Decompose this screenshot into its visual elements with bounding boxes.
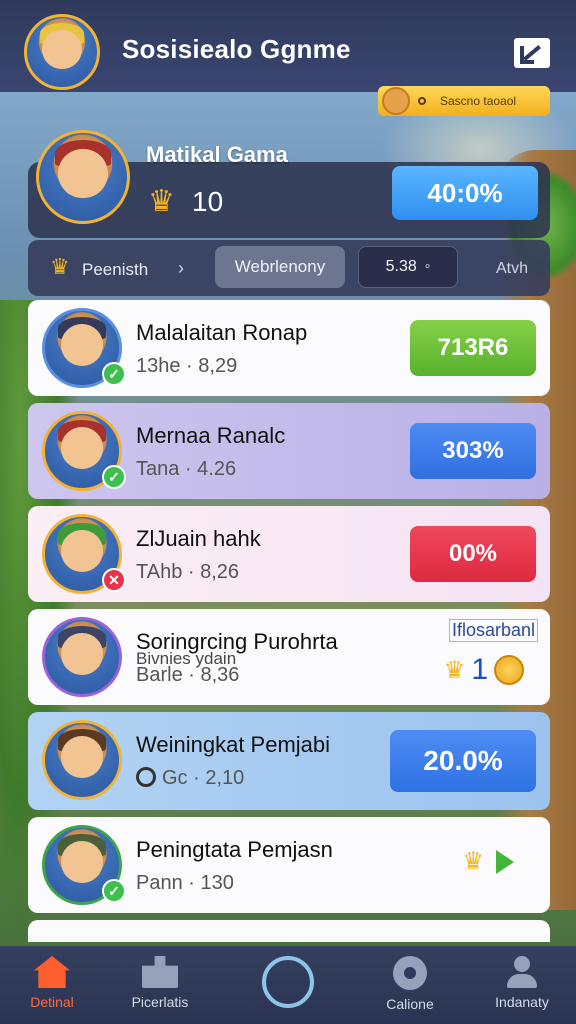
check-icon: ✓ [102, 362, 126, 386]
chevron-right-icon: › [178, 258, 184, 278]
badge-icon [136, 767, 156, 787]
check-icon: ✓ [102, 879, 126, 903]
app-title: Sosisiealo Ggnme [122, 34, 351, 64]
leaderboard-list: ✓ Malalaitan Ronap 13he · 8,29 713R6 ✓ M… [28, 300, 550, 942]
nav-settings[interactable]: Calione [360, 956, 460, 1012]
row-name: Weiningkat Pemjabi [136, 732, 331, 757]
crown-icon: ♛ [443, 656, 466, 684]
row-name: Peningtata Pemjasn [136, 837, 333, 862]
player-percent-button[interactable]: 40:0% [392, 166, 538, 220]
row-sub: 13he · 8,29 [136, 355, 238, 377]
filter-crown-icon: ♛ [50, 254, 70, 279]
nav-settings-label: Calione [386, 996, 434, 1012]
nav-home[interactable]: Detinal [2, 956, 102, 1010]
crown-icon: ♛ [462, 848, 484, 875]
filter-tab-3-value: 5.38 [385, 258, 417, 275]
row-sub-text: Gc · 2,10 [162, 767, 245, 789]
row-avatar [42, 617, 122, 697]
user-avatar[interactable] [24, 14, 100, 90]
season-avatar-icon [382, 87, 410, 115]
play-icon[interactable] [496, 849, 514, 874]
coins-count: 1 [471, 653, 488, 686]
nav-puzzle-label: Picerlatis [131, 994, 189, 1010]
row-name: Mernaa Ranalc [136, 423, 286, 448]
row-badge-button[interactable]: 713R6 [410, 320, 536, 376]
filter-tab-2[interactable]: Webrlenony [215, 246, 345, 288]
row-badge-button[interactable]: 20.0% [390, 730, 536, 792]
season-dot-icon [418, 97, 426, 105]
row-side-label: Iflosarbanl [448, 619, 538, 642]
list-item[interactable]: Soringrcing Purohrta Bivnies ydain Barle… [28, 609, 550, 705]
row-sub: Tana · 4.26 [136, 458, 237, 480]
season-label: Sascno taoaol [440, 94, 517, 108]
puzzle-icon [142, 956, 178, 988]
row-sub: Barle · 8,36 [136, 664, 240, 686]
nav-puzzle[interactable]: Picerlatis [110, 956, 210, 1010]
filter-tab-4[interactable]: Atvh [496, 260, 528, 278]
user-icon [505, 956, 539, 988]
player-name: Matikal Gama [146, 142, 288, 167]
cross-icon: ✕ [102, 568, 126, 592]
row-sub: Pann · 130 [136, 872, 234, 894]
list-item[interactable]: ✓ Malalaitan Ronap 13he · 8,29 713R6 [28, 300, 550, 396]
nav-profile[interactable]: Indanaty [472, 956, 572, 1010]
row-badge-button[interactable]: 303% [410, 423, 536, 479]
check-icon: ✓ [102, 465, 126, 489]
row-actions: ♛ [462, 847, 514, 876]
filter-tab-1[interactable]: Peenisth [82, 260, 148, 280]
list-item[interactable]: ✓ Mernaa Ranalc Tana · 4.26 303% [28, 403, 550, 499]
exit-icon[interactable] [514, 38, 550, 68]
nav-profile-label: Indanaty [495, 994, 549, 1010]
coin-icon [494, 655, 524, 685]
crown-icon: ♛ [148, 185, 175, 218]
row-coins[interactable]: ♛ 1 [444, 653, 524, 687]
center-action-button[interactable] [262, 956, 314, 1008]
list-item-partial[interactable] [28, 920, 550, 942]
row-badge-button[interactable]: 00% [410, 526, 536, 582]
filter-tab-3[interactable]: 5.38 ◦ [358, 246, 458, 288]
gear-icon [393, 956, 427, 990]
row-name: ZlJuain hahk [136, 526, 261, 551]
circle-icon: ◦ [424, 258, 431, 275]
list-item[interactable]: ✓ Peningtata Pemjasn Pann · 130 ♛ [28, 817, 550, 913]
list-item[interactable]: ✕ ZlJuain hahk TAhb · 8,26 00% [28, 506, 550, 602]
player-score: 10 [192, 186, 224, 217]
player-avatar[interactable] [36, 130, 130, 224]
row-name: Malalaitan Ronap [136, 320, 308, 345]
list-item[interactable]: Weiningkat Pemjabi Gc · 2,10 20.0% [28, 712, 550, 810]
row-avatar [42, 720, 122, 800]
season-badge[interactable]: Sascno taoaol [378, 86, 550, 116]
row-sub: TAhb · 8,26 [136, 561, 240, 583]
nav-home-label: Detinal [30, 994, 74, 1010]
home-icon [34, 956, 70, 988]
app-header: Sosisiealo Ggnme [0, 0, 576, 92]
row-sub: Gc · 2,10 [136, 767, 244, 790]
